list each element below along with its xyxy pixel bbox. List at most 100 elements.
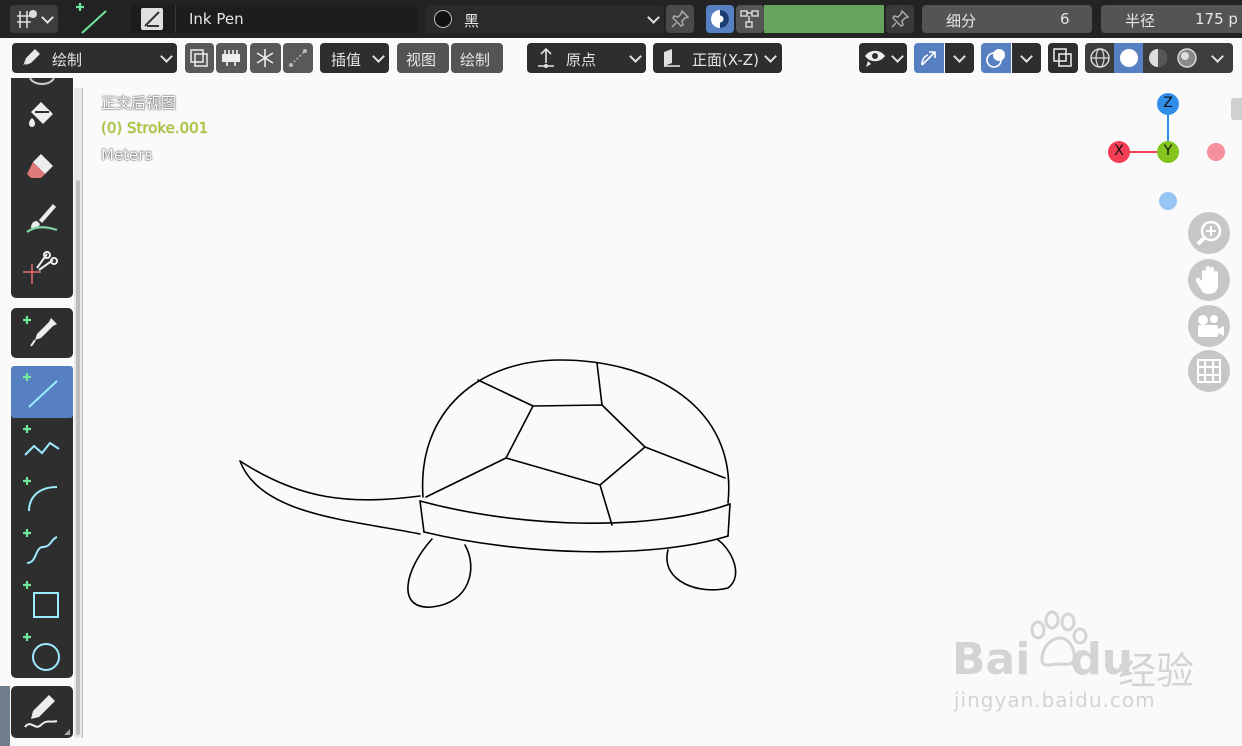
ruler-icon xyxy=(222,50,240,66)
tool-annotate[interactable] xyxy=(11,686,73,738)
zoom-button[interactable] xyxy=(1188,212,1230,254)
visibility-menu[interactable] xyxy=(859,43,907,73)
shell-pentagon xyxy=(505,404,646,486)
draw-menu-label: 绘制 xyxy=(460,51,491,69)
gizmo-toggle[interactable] xyxy=(914,43,944,73)
toolbar-group-eyedropper xyxy=(11,308,73,358)
shell-rim-top xyxy=(419,500,731,524)
grid-icon xyxy=(1197,359,1221,383)
zoom-magnifier-icon xyxy=(1196,220,1222,246)
overlay-menu[interactable] xyxy=(1012,43,1041,73)
gizmo-neg-z-axis[interactable] xyxy=(1159,192,1177,210)
toolbar-scrollbar[interactable] xyxy=(76,180,80,735)
chevron-down-icon[interactable] xyxy=(1211,50,1224,63)
view-menu[interactable]: 视图 xyxy=(397,43,449,73)
mode-label: 绘制 xyxy=(52,51,83,69)
shading-wireframe[interactable] xyxy=(1085,43,1114,73)
shading-selector[interactable] xyxy=(1085,43,1233,73)
eye-icon xyxy=(865,50,885,67)
cutter-scissors-icon xyxy=(23,251,58,284)
watermark-brand: Bai du xyxy=(952,634,1134,685)
chevron-down-icon xyxy=(953,50,966,63)
tool-curve[interactable] xyxy=(11,522,73,574)
gizmo-neg-x-axis[interactable] xyxy=(1207,143,1225,161)
brush-selector[interactable]: Ink Pen xyxy=(131,5,418,33)
draw-mode-icon xyxy=(22,49,40,67)
chevron-down-icon xyxy=(647,11,660,24)
gizmo-menu[interactable] xyxy=(945,43,974,73)
line-tool-icon xyxy=(23,373,58,408)
brush-preview-icon xyxy=(141,8,163,30)
symmetry-button[interactable] xyxy=(250,43,281,73)
overlay-icon xyxy=(986,49,1005,68)
mode-selector[interactable]: 绘制 xyxy=(12,43,177,73)
wireframe-sphere-icon xyxy=(1090,48,1110,68)
guide-button[interactable] xyxy=(216,43,247,73)
shading-rendered[interactable] xyxy=(1172,43,1201,73)
tool-cutter[interactable] xyxy=(11,246,73,298)
pan-button[interactable] xyxy=(1188,259,1230,301)
tool-arc[interactable] xyxy=(11,470,73,522)
tool-erase[interactable] xyxy=(11,142,73,194)
xray-toggle[interactable] xyxy=(1048,43,1078,73)
material-name: 黑 xyxy=(464,12,480,30)
interpolate-menu[interactable]: 插值 xyxy=(320,43,389,73)
shading-material[interactable] xyxy=(1143,43,1172,73)
transform-icon xyxy=(17,10,37,28)
radius-value: 175 p xyxy=(1195,10,1238,28)
chevron-down-icon xyxy=(1020,50,1033,63)
shading-solid[interactable] xyxy=(1114,43,1143,73)
color-mode-toggle[interactable] xyxy=(706,5,734,33)
tool-draw-partial[interactable] xyxy=(11,78,73,90)
back-leg xyxy=(666,539,737,591)
subdivide-field[interactable]: 细分 6 xyxy=(922,5,1092,33)
chevron-down-icon xyxy=(41,11,54,24)
ortho-toggle-button[interactable] xyxy=(1188,350,1230,392)
draw-menu[interactable]: 绘制 xyxy=(451,43,503,73)
pivot-point-selector[interactable]: 原点 xyxy=(527,43,646,73)
rendered-sphere-icon xyxy=(1177,48,1197,68)
view-menu-label: 视图 xyxy=(406,51,437,69)
radius-field[interactable]: 半径 175 p xyxy=(1101,5,1242,33)
drawing-plane-selector[interactable]: 正面(X-Z) xyxy=(653,43,782,73)
gizmo-x-axis[interactable]: X xyxy=(1108,141,1130,163)
eraser-icon xyxy=(27,154,53,178)
camera-icon xyxy=(1198,315,1224,337)
tool-tint[interactable] xyxy=(11,194,73,246)
circle-icon xyxy=(23,633,60,671)
arc-icon xyxy=(23,477,58,512)
fill-bucket-icon xyxy=(29,102,53,127)
chevron-down-icon xyxy=(629,50,642,63)
tool-line[interactable] xyxy=(11,366,73,418)
shell-plate-lines xyxy=(425,362,726,526)
pin-material-button[interactable] xyxy=(666,5,694,33)
viewport-scroll-handle[interactable] xyxy=(1231,98,1242,120)
multiframe-button[interactable] xyxy=(185,43,214,73)
toolbar-group-draw xyxy=(11,78,73,298)
tool-settings-menu[interactable] xyxy=(10,5,58,33)
color-swatch[interactable] xyxy=(764,5,884,33)
tool-circle[interactable] xyxy=(11,626,73,678)
tool-fill[interactable] xyxy=(11,90,73,142)
material-selector[interactable]: 黑 xyxy=(426,5,664,33)
tool-eyedropper[interactable] xyxy=(11,308,73,358)
gizmo-z-axis[interactable]: Z xyxy=(1157,93,1179,115)
hand-icon xyxy=(1195,266,1218,294)
node-color-button[interactable] xyxy=(736,5,764,33)
gizmo-arrows-icon xyxy=(921,51,936,66)
edge-handle[interactable] xyxy=(0,686,10,746)
pin-icon xyxy=(891,9,910,28)
tool-polyline[interactable] xyxy=(11,418,73,470)
gizmo-y-axis[interactable]: Y xyxy=(1157,141,1179,163)
overlay-toggle[interactable] xyxy=(981,43,1011,73)
watermark: Bai du 经验 jingyan.baidu.com xyxy=(950,610,1230,720)
tool-box[interactable] xyxy=(11,574,73,626)
line-tool-icon xyxy=(76,3,107,34)
toolbar-group-annotate xyxy=(11,686,73,738)
draw-tool-icon xyxy=(29,78,55,85)
camera-view-button[interactable] xyxy=(1188,305,1230,347)
stroke-placement-button[interactable] xyxy=(283,43,313,73)
pin-color-button[interactable] xyxy=(886,5,914,33)
layers-icon xyxy=(190,49,208,67)
navigation-gizmo[interactable]: Z X Y xyxy=(1100,88,1230,218)
